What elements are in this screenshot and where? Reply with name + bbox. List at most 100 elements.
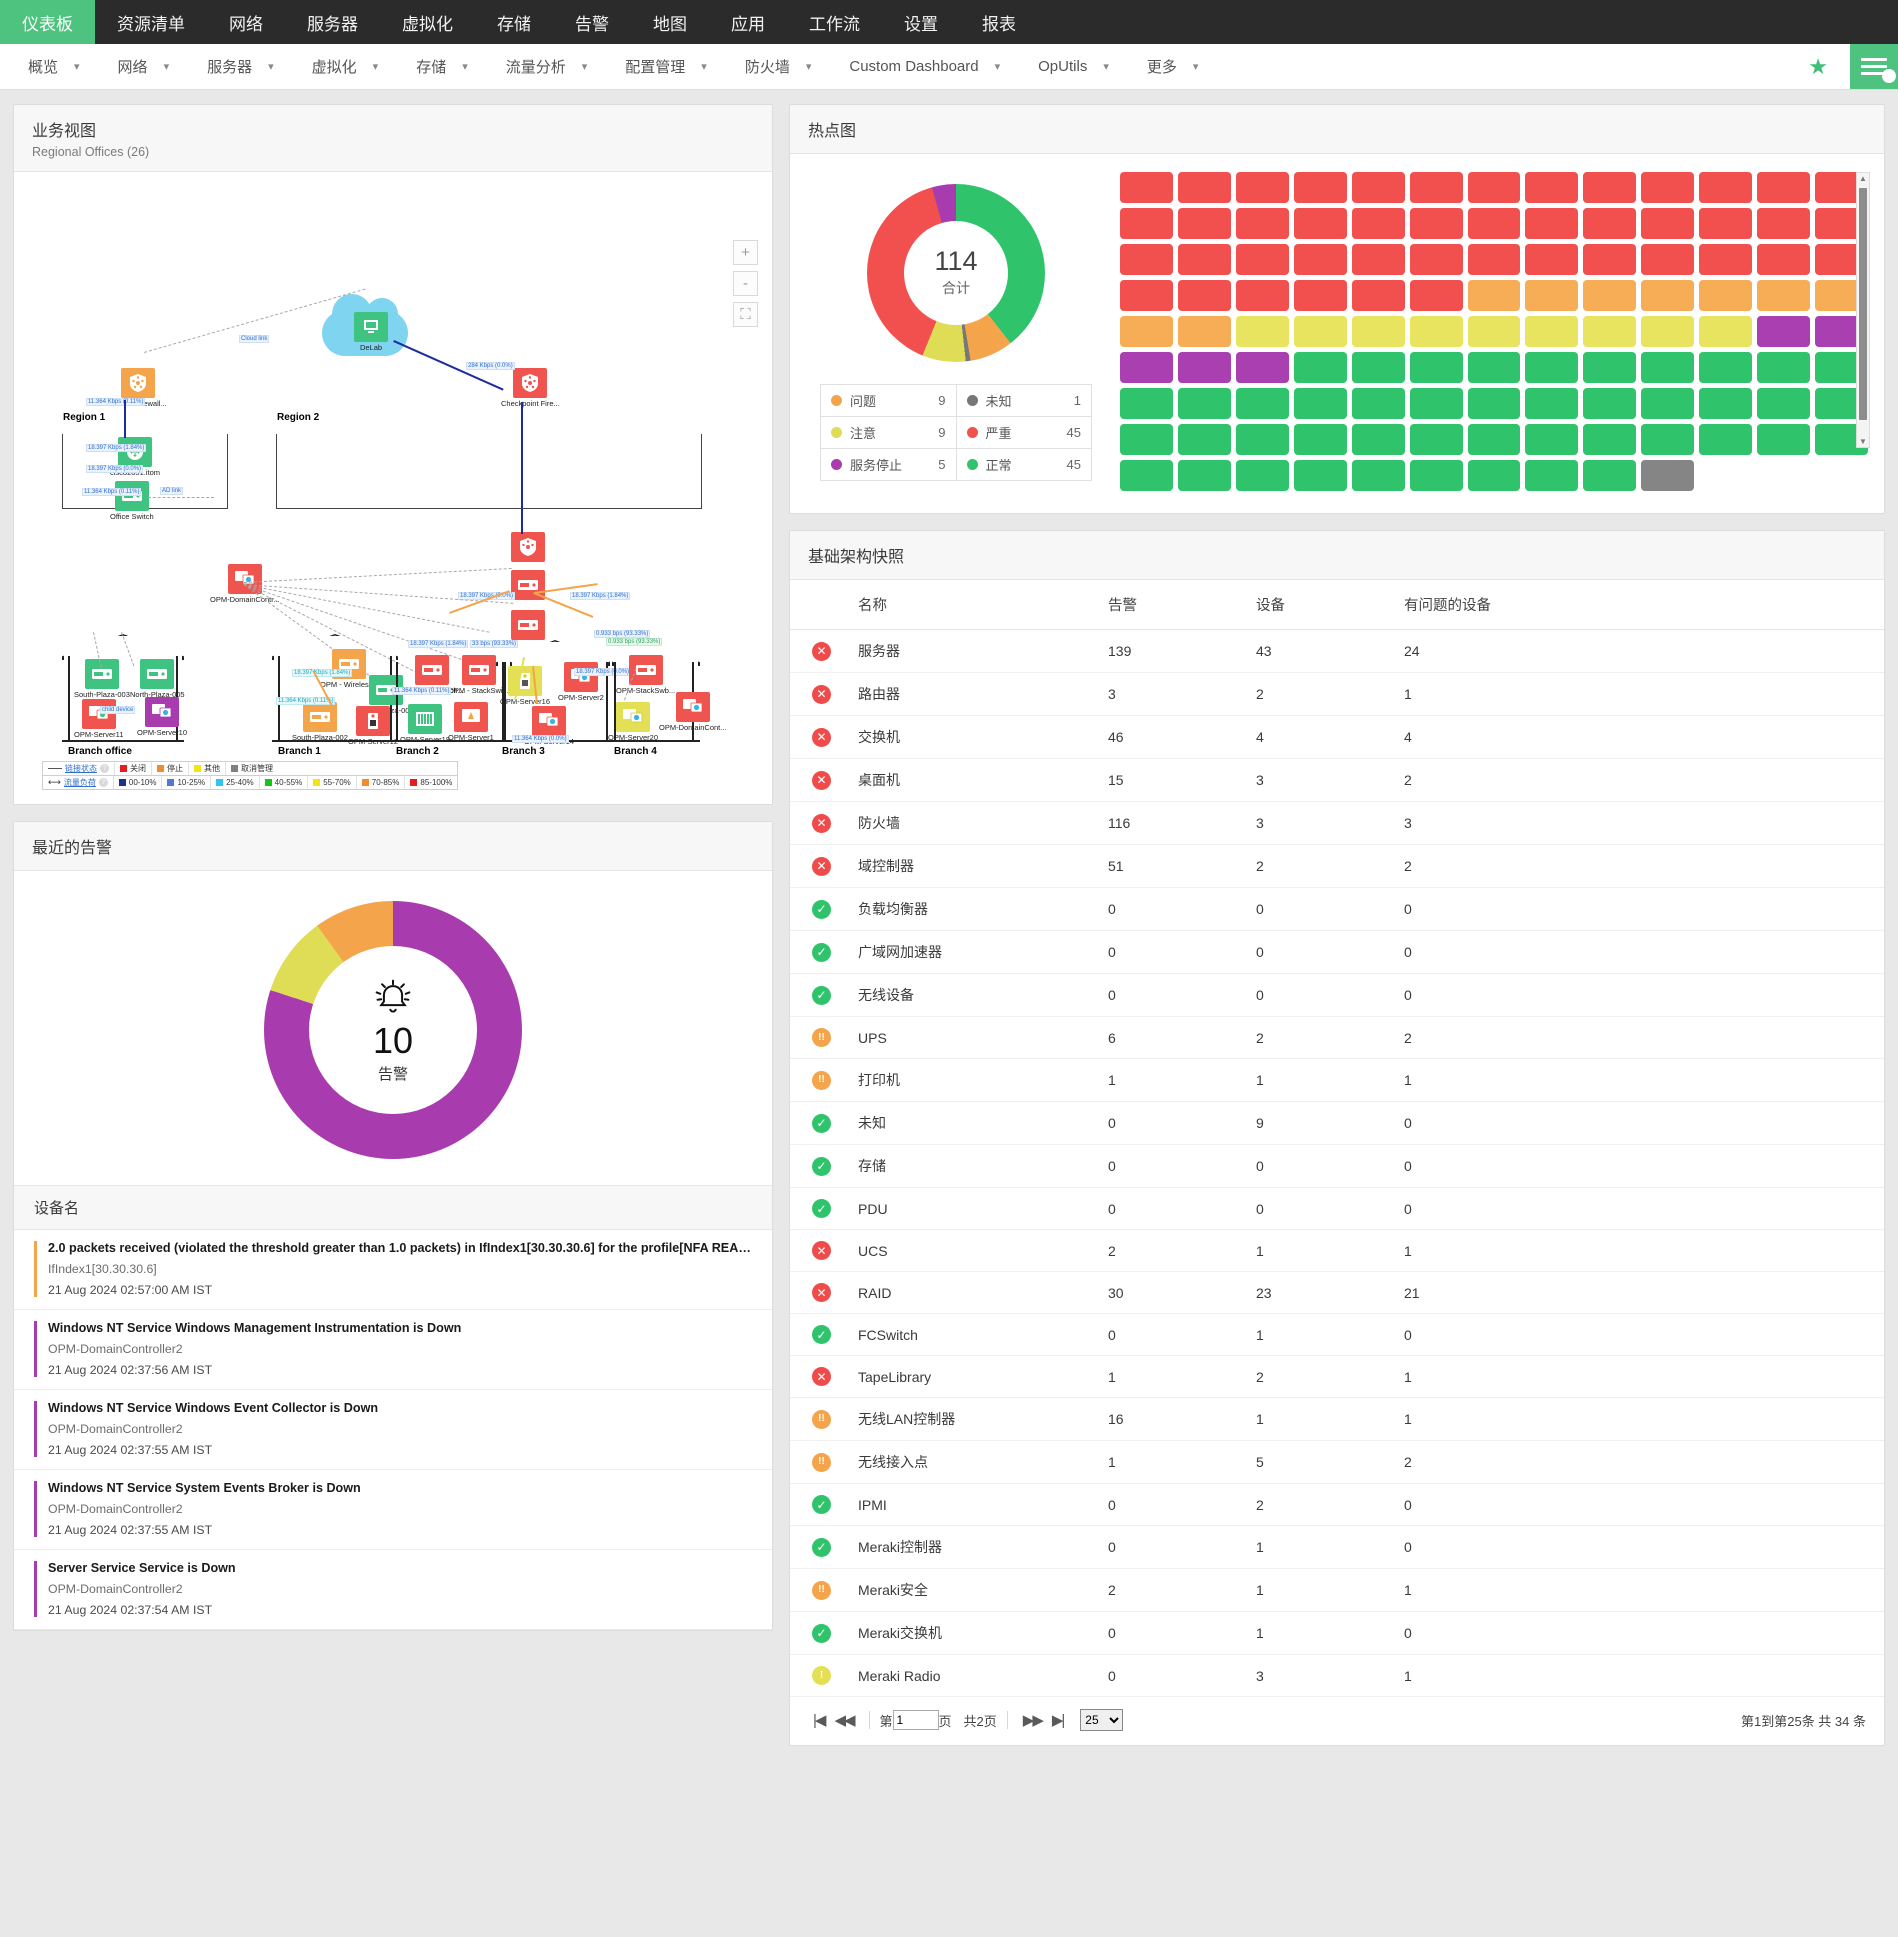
heatmap-cell[interactable] (1641, 460, 1695, 491)
heatmap-cell[interactable] (1409, 388, 1463, 419)
heatmap-legend-item[interactable]: 严重 45 (955, 417, 1092, 448)
help-icon[interactable]: ? (98, 778, 108, 787)
heatmap-cell[interactable] (1177, 352, 1231, 383)
row-name[interactable]: 交换机 (848, 715, 1098, 759)
heatmap-cell[interactable] (1467, 460, 1521, 491)
subnav-item-10[interactable]: 更多 ▾ (1119, 56, 1209, 77)
alarm-title[interactable]: 2.0 packets received (violated the thres… (48, 1241, 752, 1255)
heatmap-cell[interactable] (1525, 208, 1579, 239)
page-number-input[interactable] (892, 1710, 939, 1730)
last-page-icon[interactable]: ▶| (1047, 1711, 1068, 1729)
heatmap-cell[interactable] (1177, 244, 1231, 275)
alarms-donut-chart[interactable]: 10 告警 (264, 901, 522, 1159)
heatmap-cell[interactable] (1699, 208, 1753, 239)
map-node-opm-server1[interactable]: OPM-Server1 (448, 702, 494, 742)
heatmap-cell[interactable] (1757, 244, 1811, 275)
heatmap-cell[interactable] (1235, 172, 1289, 203)
alarm-list-item[interactable]: Windows NT Service Windows Event Collect… (14, 1390, 772, 1470)
map-node-opm-server20[interactable]: OPM-Server20 (608, 702, 658, 742)
heatmap-cell[interactable] (1641, 424, 1695, 455)
alarm-list-item[interactable]: Windows NT Service System Events Broker … (14, 1470, 772, 1550)
heatmap-cell[interactable] (1120, 280, 1173, 311)
heatmap-cell[interactable] (1177, 424, 1231, 455)
nav-item-5[interactable]: 存储 (475, 0, 553, 44)
heatmap-cell[interactable] (1293, 172, 1347, 203)
zoom-out-button[interactable]: - (733, 271, 758, 296)
zoom-in-button[interactable]: + (733, 240, 758, 265)
row-name[interactable]: 广域网加速器 (848, 930, 1098, 974)
heatmap-cell[interactable] (1351, 208, 1405, 239)
table-row[interactable]: ✕ 路由器 3 2 1 (790, 672, 1884, 716)
map-node-delab[interactable]: DeLab (354, 312, 388, 352)
heatmap-legend-item[interactable]: 服务停止 5 (821, 449, 956, 480)
row-name[interactable]: 无线设备 (848, 973, 1098, 1017)
nav-item-3[interactable]: 服务器 (285, 0, 380, 44)
heatmap-cell[interactable] (1177, 460, 1231, 491)
heatmap-cell[interactable] (1409, 244, 1463, 275)
heatmap-cell[interactable] (1235, 208, 1289, 239)
subnav-item-0[interactable]: 概览 ▾ (0, 56, 90, 77)
nav-item-11[interactable]: 报表 (960, 0, 1038, 44)
heatmap-cell[interactable] (1293, 352, 1347, 383)
map-node-checkpoint-firewall[interactable]: Checkpoint Fire... (501, 368, 560, 408)
heatmap-cell[interactable] (1235, 244, 1289, 275)
map-node-south-plaza-002[interactable]: South-Plaza-002 (292, 702, 348, 742)
alarm-list-item[interactable]: 2.0 packets received (violated the thres… (14, 1230, 772, 1310)
heatmap-cell[interactable] (1467, 424, 1521, 455)
heatmap-cell[interactable] (1120, 460, 1173, 491)
row-name[interactable]: 域控制器 (848, 844, 1098, 888)
column-name[interactable]: 名称 (848, 580, 1098, 630)
heatmap-legend-item[interactable]: 未知 1 (955, 385, 1092, 416)
heatmap-cell[interactable] (1583, 208, 1637, 239)
row-name[interactable]: Meraki安全 (848, 1568, 1098, 1612)
fullscreen-icon[interactable]: ⛶ (733, 302, 758, 327)
subnav-item-5[interactable]: 流量分析 ▾ (478, 56, 598, 77)
table-row[interactable]: !! UPS 6 2 2 (790, 1016, 1884, 1059)
heatmap-cell[interactable] (1293, 208, 1347, 239)
alarm-title[interactable]: Server Service Service is Down (48, 1561, 752, 1575)
row-name[interactable]: Meraki交换机 (848, 1611, 1098, 1655)
map-node-opm-stackswitch-b4[interactable]: OPM-StackSwb... (616, 655, 675, 695)
heatmap-cell[interactable] (1583, 172, 1637, 203)
heatmap-cell[interactable] (1467, 172, 1521, 203)
table-row[interactable]: ✕ 域控制器 51 2 2 (790, 844, 1884, 888)
heatmap-cell[interactable] (1525, 352, 1579, 383)
subnav-item-8[interactable]: Custom Dashboard ▾ (821, 58, 1010, 75)
heatmap-cell[interactable] (1293, 388, 1347, 419)
heatmap-cell[interactable] (1525, 244, 1579, 275)
heatmap-cell[interactable] (1293, 460, 1347, 491)
heatmap-cell[interactable] (1583, 424, 1637, 455)
heatmap-cell[interactable] (1351, 460, 1405, 491)
heatmap-cell[interactable] (1177, 208, 1231, 239)
heatmap-cell[interactable] (1409, 172, 1463, 203)
heatmap-cell[interactable] (1699, 388, 1753, 419)
heatmap-cell[interactable] (1293, 280, 1347, 311)
heatmap-cell[interactable] (1409, 208, 1463, 239)
row-name[interactable]: 路由器 (848, 672, 1098, 716)
heatmap-cell[interactable] (1467, 388, 1521, 419)
heatmap-cell[interactable] (1583, 388, 1637, 419)
heatmap-cell[interactable] (1757, 352, 1811, 383)
heatmap-cell[interactable] (1757, 172, 1811, 203)
subnav-item-1[interactable]: 网络 ▾ (90, 56, 180, 77)
table-row[interactable]: ✓ 存储 0 0 0 (790, 1144, 1884, 1188)
table-row[interactable]: ! Meraki Radio 0 3 1 (790, 1654, 1884, 1697)
heatmap-cell[interactable] (1757, 424, 1811, 455)
heatmap-cell[interactable] (1699, 352, 1753, 383)
heatmap-cell[interactable] (1467, 208, 1521, 239)
row-name[interactable]: IPMI (848, 1483, 1098, 1526)
table-row[interactable]: ✓ PDU 0 0 0 (790, 1187, 1884, 1230)
nav-item-4[interactable]: 虚拟化 (380, 0, 475, 44)
chevron-down-icon[interactable]: ▾ (74, 60, 80, 73)
heatmap-legend-item[interactable]: 正常 45 (955, 449, 1092, 480)
nav-item-2[interactable]: 网络 (207, 0, 285, 44)
heatmap-cell[interactable] (1177, 388, 1231, 419)
nav-item-1[interactable]: 资源清单 (95, 0, 207, 44)
heatmap-cell[interactable] (1235, 388, 1289, 419)
chevron-down-icon[interactable]: ▾ (373, 60, 379, 73)
heatmap-cell[interactable] (1525, 460, 1579, 491)
heatmap-cell[interactable] (1409, 460, 1463, 491)
row-name[interactable]: 无线接入点 (848, 1440, 1098, 1484)
row-name[interactable]: 负载均衡器 (848, 887, 1098, 931)
chevron-down-icon[interactable]: ▾ (582, 60, 588, 73)
